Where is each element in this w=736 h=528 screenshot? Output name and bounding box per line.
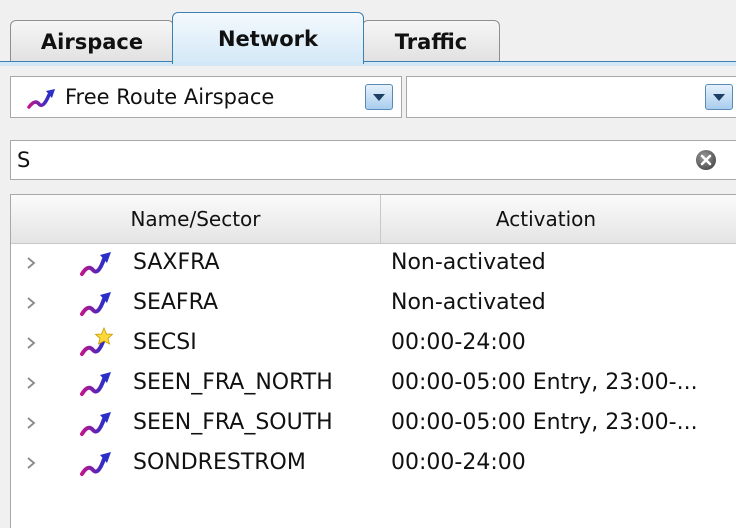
table-header: Name/Sector Activation [11, 195, 736, 244]
chevron-down-icon [373, 93, 385, 101]
search-value: S [17, 148, 31, 172]
airspace-type-dropdown-button[interactable] [365, 84, 393, 110]
cell-activation: 00:00-05:00 Entry, 23:00-... [391, 370, 698, 395]
secondary-combo[interactable] [406, 76, 736, 118]
tab-airspace[interactable]: Airspace [10, 20, 174, 62]
tab-label: Network [217, 26, 318, 51]
chevron-right-icon[interactable] [25, 336, 37, 350]
chevron-right-icon[interactable] [25, 296, 37, 310]
search-input[interactable]: S [10, 140, 736, 180]
cell-name: SEEN_FRA_SOUTH [133, 410, 333, 435]
route-icon [80, 292, 111, 316]
table-row[interactable]: SEEN_FRA_SOUTH 00:00-05:00 Entry, 23:00-… [11, 403, 736, 443]
clear-icon[interactable] [695, 149, 717, 171]
tab-network[interactable]: Network [172, 12, 364, 64]
cell-name: SONDRESTROM [133, 450, 306, 475]
cell-activation: 00:00-05:00 Entry, 23:00-... [391, 410, 698, 435]
route-icon [27, 89, 55, 109]
table-row[interactable]: SEEN_FRA_NORTH 00:00-05:00 Entry, 23:00-… [11, 363, 736, 403]
chevron-right-icon[interactable] [25, 256, 37, 270]
route-icon [80, 372, 111, 396]
chevron-down-icon [713, 93, 725, 101]
cell-name: SEAFRA [133, 290, 219, 315]
tab-strip: Airspace Network Traffic [0, 0, 736, 66]
route-icon [80, 452, 111, 476]
column-header-activation[interactable]: Activation [381, 195, 711, 243]
route-icon [80, 412, 111, 436]
network-panel: Free Route Airspace S Name/Sector Activa… [0, 66, 736, 528]
column-header-label: Activation [495, 207, 597, 231]
sector-table: Name/Sector Activation SAXFRA Non-activa… [10, 194, 736, 528]
column-header-label: Name/Sector [130, 207, 261, 231]
secondary-dropdown-button[interactable] [705, 84, 733, 110]
chevron-right-icon[interactable] [25, 416, 37, 430]
table-row[interactable]: SEAFRA Non-activated [11, 283, 736, 323]
airspace-type-combo[interactable]: Free Route Airspace [10, 76, 402, 118]
table-row[interactable]: SAXFRA Non-activated [11, 243, 736, 283]
tab-underline [0, 61, 736, 66]
cell-activation: Non-activated [391, 250, 546, 275]
cell-activation: 00:00-24:00 [391, 450, 526, 475]
tab-label: Airspace [40, 29, 144, 54]
route-icon [80, 252, 111, 276]
cell-name: SAXFRA [133, 250, 220, 275]
column-header-name[interactable]: Name/Sector [11, 195, 381, 243]
tab-traffic[interactable]: Traffic [362, 20, 500, 62]
cell-name: SECSI [133, 330, 197, 355]
cell-name: SEEN_FRA_NORTH [133, 370, 333, 395]
table-row[interactable]: SECSI 00:00-24:00 [11, 323, 736, 363]
tab-label: Traffic [394, 29, 468, 54]
route-star-icon [80, 327, 113, 356]
table-row[interactable]: SONDRESTROM 00:00-24:00 [11, 443, 736, 483]
cell-activation: 00:00-24:00 [391, 330, 526, 355]
chevron-right-icon[interactable] [25, 376, 37, 390]
cell-activation: Non-activated [391, 290, 546, 315]
airspace-type-value: Free Route Airspace [65, 85, 275, 109]
chevron-right-icon[interactable] [25, 456, 37, 470]
